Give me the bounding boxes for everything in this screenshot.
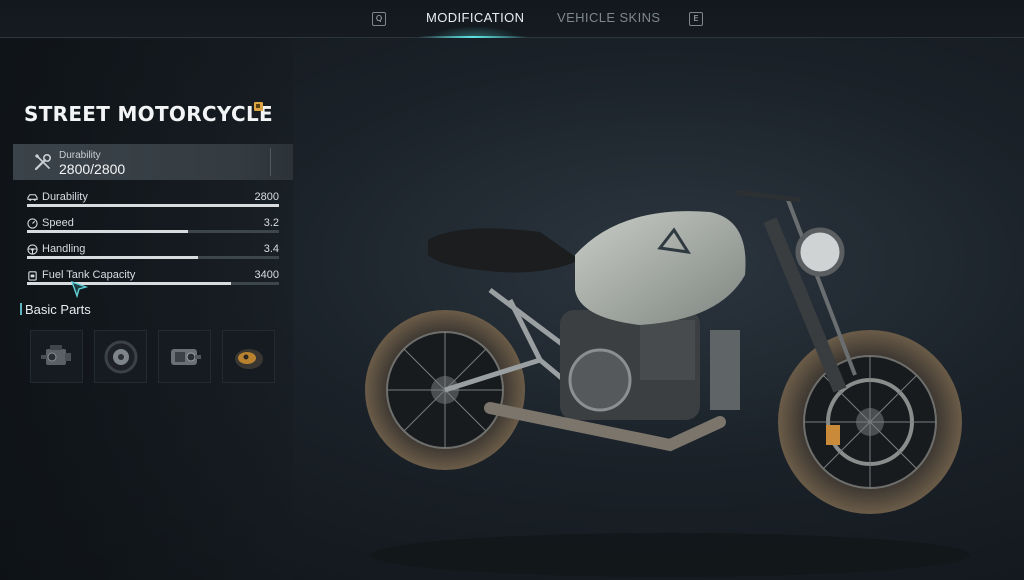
stat-label: Fuel Tank Capacity xyxy=(42,269,136,281)
section-accent-bar xyxy=(20,303,22,315)
headlight xyxy=(795,227,845,277)
tab-vehicle-skins[interactable]: VEHICLE SKINS xyxy=(557,10,660,25)
part-slot-gearbox[interactable] xyxy=(158,330,211,383)
tab-modification[interactable]: MODIFICATION xyxy=(426,10,524,25)
stat-label: Durability xyxy=(42,191,88,203)
stat-bar-fill xyxy=(27,204,279,207)
stat-value: 3400 xyxy=(254,269,279,281)
stat-row-speed: Speed 3.2 xyxy=(27,217,279,231)
top-tab-bar: Q MODIFICATION VEHICLE SKINS E xyxy=(0,0,1024,38)
q-key-hint[interactable]: Q xyxy=(372,12,386,26)
durability-card-label: Durability xyxy=(59,150,101,161)
durability-card-value: 2800/2800 xyxy=(59,161,126,177)
gearbox-part-icon xyxy=(171,349,201,365)
engine xyxy=(560,310,740,420)
durability-card[interactable]: Durability 2800/2800 xyxy=(13,144,293,180)
steering-wheel-icon xyxy=(27,244,38,255)
speedometer-icon xyxy=(27,218,38,229)
stat-value: 3.4 xyxy=(263,243,279,255)
fuel-can-icon xyxy=(28,271,37,281)
stat-row-handling: Handling 3.4 xyxy=(27,243,279,257)
stat-value: 2800 xyxy=(254,191,279,203)
seat xyxy=(428,228,580,273)
part-slot-engine[interactable] xyxy=(30,330,83,383)
stat-bar-handling xyxy=(27,256,279,259)
mouse-cursor-icon xyxy=(70,280,88,298)
motorcycle-model xyxy=(365,189,970,577)
front-wheel xyxy=(778,330,962,514)
basic-parts-heading: Basic Parts xyxy=(25,302,91,317)
handlebar xyxy=(734,189,801,203)
active-tab-underline xyxy=(418,36,528,38)
vehicle-name-title: STREET MOTORCYCLE xyxy=(24,102,273,126)
tire-part-icon xyxy=(104,340,138,374)
card-divider xyxy=(270,148,271,176)
stat-row-durability: Durability 2800 xyxy=(27,191,279,205)
fuel-tank-part-icon xyxy=(235,349,263,369)
fuel-tank xyxy=(575,211,746,325)
part-slot-tire[interactable] xyxy=(94,330,147,383)
stat-bar-fill xyxy=(27,256,199,259)
stat-bar-fuel-tank xyxy=(27,282,279,285)
stat-bar-durability xyxy=(27,204,279,207)
stat-bar-fill xyxy=(27,230,189,233)
stat-value: 3.2 xyxy=(263,217,279,229)
stat-label: Handling xyxy=(42,243,86,255)
car-icon xyxy=(27,194,38,201)
rarity-badge-icon xyxy=(254,102,263,111)
engine-part-icon xyxy=(41,345,71,365)
stat-label: Speed xyxy=(42,217,74,229)
stat-bar-speed xyxy=(27,230,279,233)
stat-row-fuel-tank: Fuel Tank Capacity 3400 xyxy=(27,269,279,283)
wrench-screwdriver-icon xyxy=(34,153,52,171)
stat-bar-fill xyxy=(27,282,232,285)
part-slot-fuel-tank[interactable] xyxy=(222,330,275,383)
e-key-hint[interactable]: E xyxy=(689,12,703,26)
